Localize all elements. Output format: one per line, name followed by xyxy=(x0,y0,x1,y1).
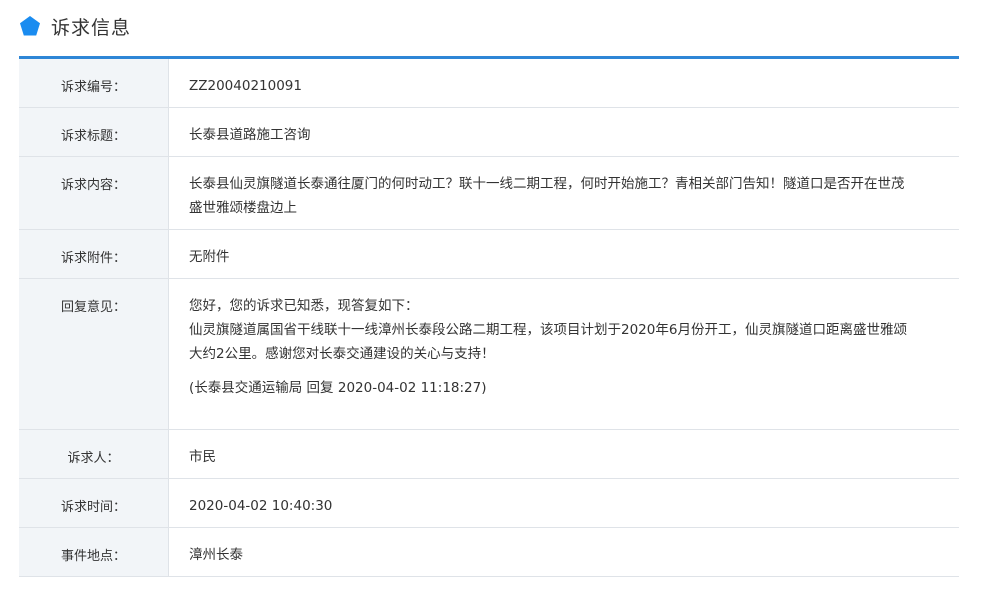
value-reply: 您好，您的诉求已知悉，现答复如下： 仙灵旗隧道属国省干线联十一线漳州长泰段公路二… xyxy=(169,279,959,429)
label-attachment: 诉求附件： xyxy=(19,230,169,278)
value-appeal-title: 长泰县道路施工咨询 xyxy=(189,127,311,143)
label-reply: 回复意见： xyxy=(19,279,169,429)
reply-line: 您好，您的诉求已知悉，现答复如下： xyxy=(189,298,419,314)
value-location: 漳州长泰 xyxy=(189,547,243,563)
reply-line: 仙灵旗隧道属国省干线联十一线漳州长泰段公路二期工程，该项目计划于2020年6月份… xyxy=(189,322,907,338)
reply-line: 大约2公里。感谢您对长泰交通建设的关心与支持！ xyxy=(189,346,495,362)
value-appeal-number: ZZ20040210091 xyxy=(189,78,302,94)
value-attachment: 无附件 xyxy=(189,249,230,265)
label-appeal-content: 诉求内容： xyxy=(19,157,169,229)
page-title: 诉求信息 xyxy=(51,16,132,39)
value-appellant: 市民 xyxy=(189,449,216,465)
row-reply: 回复意见： 您好，您的诉求已知悉，现答复如下： 仙灵旗隧道属国省干线联十一线漳州… xyxy=(19,279,959,430)
row-appeal-content: 诉求内容： 长泰县仙灵旗隧道长泰通往厦门的何时动工？联十一线二期工程，何时开始施… xyxy=(19,157,959,230)
reply-meta: (长泰县交通运输局 回复 2020-04-02 11:18:27) xyxy=(189,380,487,396)
value-appeal-content: 长泰县仙灵旗隧道长泰通往厦门的何时动工？联十一线二期工程，何时开始施工？青相关部… xyxy=(169,157,959,229)
section-header: 诉求信息 xyxy=(19,10,131,42)
content-line: 长泰县仙灵旗隧道长泰通往厦门的何时动工？联十一线二期工程，何时开始施工？青相关部… xyxy=(189,176,905,192)
label-appeal-title: 诉求标题： xyxy=(19,108,169,156)
label-appellant: 诉求人： xyxy=(19,430,169,478)
row-location: 事件地点： 漳州长泰 xyxy=(19,528,959,577)
row-appeal-number: 诉求编号： ZZ20040210091 xyxy=(19,59,959,108)
content-line: 盛世雅颂楼盘边上 xyxy=(189,200,297,216)
label-location: 事件地点： xyxy=(19,528,169,576)
appeal-info-table: 诉求编号： ZZ20040210091 诉求标题： 长泰县道路施工咨询 诉求内容… xyxy=(19,56,959,577)
row-appeal-time: 诉求时间： 2020-04-02 10:40:30 xyxy=(19,479,959,528)
label-appeal-number: 诉求编号： xyxy=(19,59,169,107)
row-appellant: 诉求人： 市民 xyxy=(19,430,959,479)
row-appeal-title: 诉求标题： 长泰县道路施工咨询 xyxy=(19,108,959,157)
row-attachment: 诉求附件： 无附件 xyxy=(19,230,959,279)
value-appeal-time: 2020-04-02 10:40:30 xyxy=(189,498,333,514)
pentagon-icon xyxy=(20,16,40,36)
label-appeal-time: 诉求时间： xyxy=(19,479,169,527)
